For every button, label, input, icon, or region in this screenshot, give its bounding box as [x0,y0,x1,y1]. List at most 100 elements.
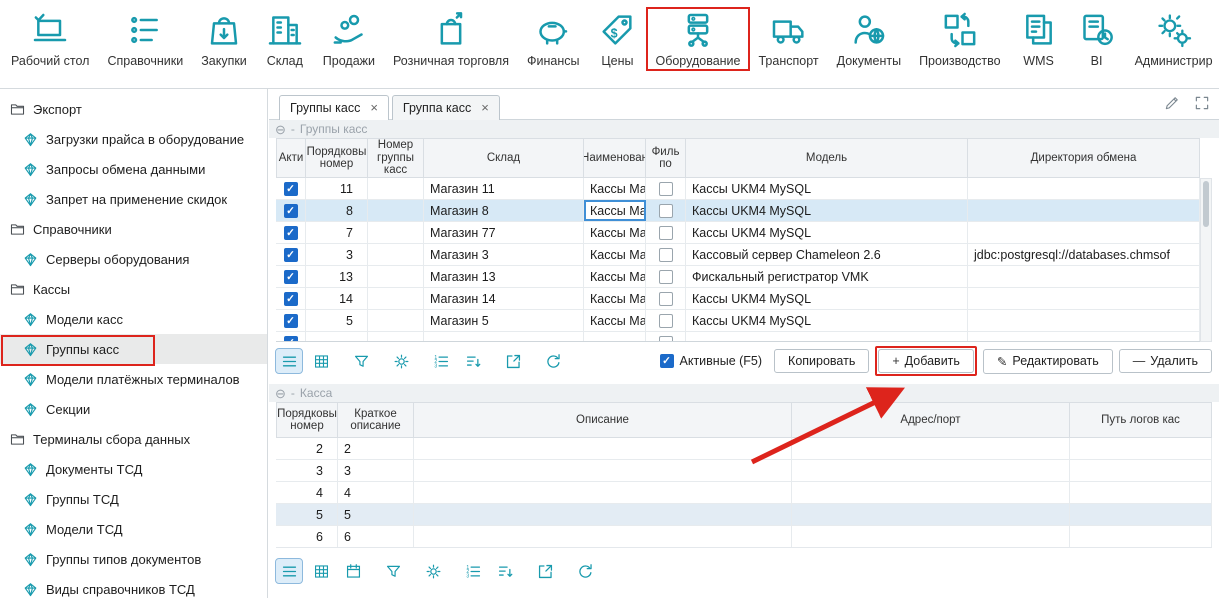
name-cell[interactable]: Кассы Магаз [584,288,646,309]
col-header-name[interactable]: Наименован [584,138,646,178]
model-cell[interactable]: Кассы UKM4 MySQL [686,200,968,221]
col-header-short-desc[interactable]: Краткое описание [338,402,414,438]
model-cell[interactable]: Фискальный регистратор VMK [686,266,968,287]
delete-button[interactable]: —Удалить [1119,349,1212,373]
active-cell[interactable]: ✓ [276,332,306,342]
store-cell[interactable] [424,332,584,342]
table-row[interactable]: ✓ 13 Магазин 13 Кассы Магаз Фискальный р… [276,266,1200,288]
table-row[interactable]: 4 4 [276,482,1212,504]
table-row-partial[interactable]: ✓ [276,332,1200,342]
open-in-window-button[interactable] [500,349,526,373]
ribbon-item-desktop[interactable]: Рабочий стол [2,7,98,71]
name-cell[interactable] [584,332,646,342]
open-in-window-button[interactable] [532,559,558,583]
store-cell[interactable]: Магазин 11 [424,178,584,199]
dir-cell[interactable] [968,288,1200,309]
desc-cell[interactable] [414,526,792,547]
tree-item-tsd-documents[interactable]: Документы ТСД [0,454,267,484]
ribbon-item-warehouse[interactable]: Склад [256,7,314,71]
ribbon-item-bi[interactable]: BI [1068,7,1126,71]
logs-cell[interactable] [1070,504,1212,525]
filter-cell[interactable] [646,178,686,199]
addr-cell[interactable] [792,438,1070,459]
add-button[interactable]: +Добавить [878,349,974,373]
addr-cell[interactable] [792,482,1070,503]
dir-cell[interactable] [968,310,1200,331]
active-cell[interactable]: ✓ [276,200,306,221]
refresh-button[interactable] [540,349,566,373]
tree-item-data-exchange-requests[interactable]: Запросы обмена данными [0,154,267,184]
ribbon-item-references[interactable]: Справочники [98,7,192,71]
ribbon-item-prices[interactable]: Цены [588,7,646,71]
settings-button[interactable] [420,559,446,583]
short-desc-cell[interactable]: 3 [338,460,414,481]
vertical-scrollbar[interactable] [1200,178,1212,342]
sort-button[interactable] [492,559,518,583]
short-desc-cell[interactable]: 5 [338,504,414,525]
tab-cash-groups[interactable]: Группы касс× [279,95,389,120]
model-cell[interactable]: Кассовый сервер Chameleon 2.6 [686,244,968,265]
model-cell[interactable]: Кассы UKM4 MySQL [686,222,968,243]
tree-item-sections[interactable]: Секции [0,394,267,424]
group-no-cell[interactable] [368,200,424,221]
edit-button[interactable]: ✎Редактировать [983,349,1113,374]
store-cell[interactable]: Магазин 3 [424,244,584,265]
edit-pencil-icon[interactable] [1163,94,1181,112]
tree-item-tsd-groups[interactable]: Группы ТСД [0,484,267,514]
active-cell[interactable]: ✓ [276,178,306,199]
col-header-desc[interactable]: Описание [414,402,792,438]
sort-button[interactable] [460,349,486,373]
group-no-cell[interactable] [368,244,424,265]
table-row[interactable]: ✓ 5 Магазин 5 Кассы Магаз Кассы UKM4 MyS… [276,310,1200,332]
order-cell[interactable]: 8 [306,200,368,221]
model-cell[interactable]: Кассы UKM4 MySQL [686,310,968,331]
numbered-list-button[interactable] [428,349,454,373]
grid-view-button[interactable] [308,349,334,373]
col-header-model[interactable]: Модель [686,138,968,178]
order-cell[interactable]: 3 [276,460,338,481]
store-cell[interactable]: Магазин 8 [424,200,584,221]
name-cell[interactable]: Кассы Магаз [584,222,646,243]
group-no-cell[interactable] [368,266,424,287]
order-cell[interactable]: 5 [276,504,338,525]
desc-cell[interactable] [414,504,792,525]
tree-item-tsd-reference-kinds[interactable]: Виды справочников ТСД [0,574,267,598]
filter-cell[interactable] [646,332,686,342]
col-header-filter[interactable]: Филь по [646,138,686,178]
tree-item-document-type-groups[interactable]: Группы типов документов [0,544,267,574]
ribbon-item-wms[interactable]: WMS [1010,7,1068,71]
active-filter-checkbox[interactable]: ✓ Активные (F5) [660,354,763,368]
active-cell[interactable]: ✓ [276,222,306,243]
maximize-icon[interactable] [1193,94,1211,112]
group-no-cell[interactable] [368,310,424,331]
group-no-cell[interactable] [368,332,424,342]
model-cell[interactable] [686,332,968,342]
group-no-cell[interactable] [368,178,424,199]
tree-item-price-loads[interactable]: Загрузки прайса в оборудование [0,124,267,154]
name-cell[interactable]: Кассы Магаз [584,266,646,287]
table-row[interactable]: 6 6 [276,526,1212,548]
desc-cell[interactable] [414,460,792,481]
order-cell[interactable] [306,332,368,342]
model-cell[interactable]: Кассы UKM4 MySQL [686,178,968,199]
tree-folder-data-terminals[interactable]: Терминалы сбора данных [0,424,267,454]
active-cell[interactable]: ✓ [276,244,306,265]
logs-cell[interactable] [1070,526,1212,547]
order-cell[interactable]: 2 [276,438,338,459]
ribbon-item-equipment[interactable]: Оборудование [646,7,749,71]
filter-button[interactable] [348,349,374,373]
order-cell[interactable]: 11 [306,178,368,199]
scrollbar-thumb[interactable] [1203,181,1209,227]
store-cell[interactable]: Магазин 77 [424,222,584,243]
col-header-active[interactable]: Акти [276,138,306,178]
filter-cell[interactable] [646,310,686,331]
tree-folder-export[interactable]: Экспорт [0,94,267,124]
name-cell-focused[interactable]: Кассы Магаз [584,200,646,221]
table-row[interactable]: 3 3 [276,460,1212,482]
col-header-order[interactable]: Порядковы номер [276,402,338,438]
dir-cell[interactable] [968,178,1200,199]
calendar-button[interactable] [340,559,366,583]
order-cell[interactable]: 3 [306,244,368,265]
order-cell[interactable]: 4 [276,482,338,503]
col-header-order[interactable]: Порядковы номер [306,138,368,178]
